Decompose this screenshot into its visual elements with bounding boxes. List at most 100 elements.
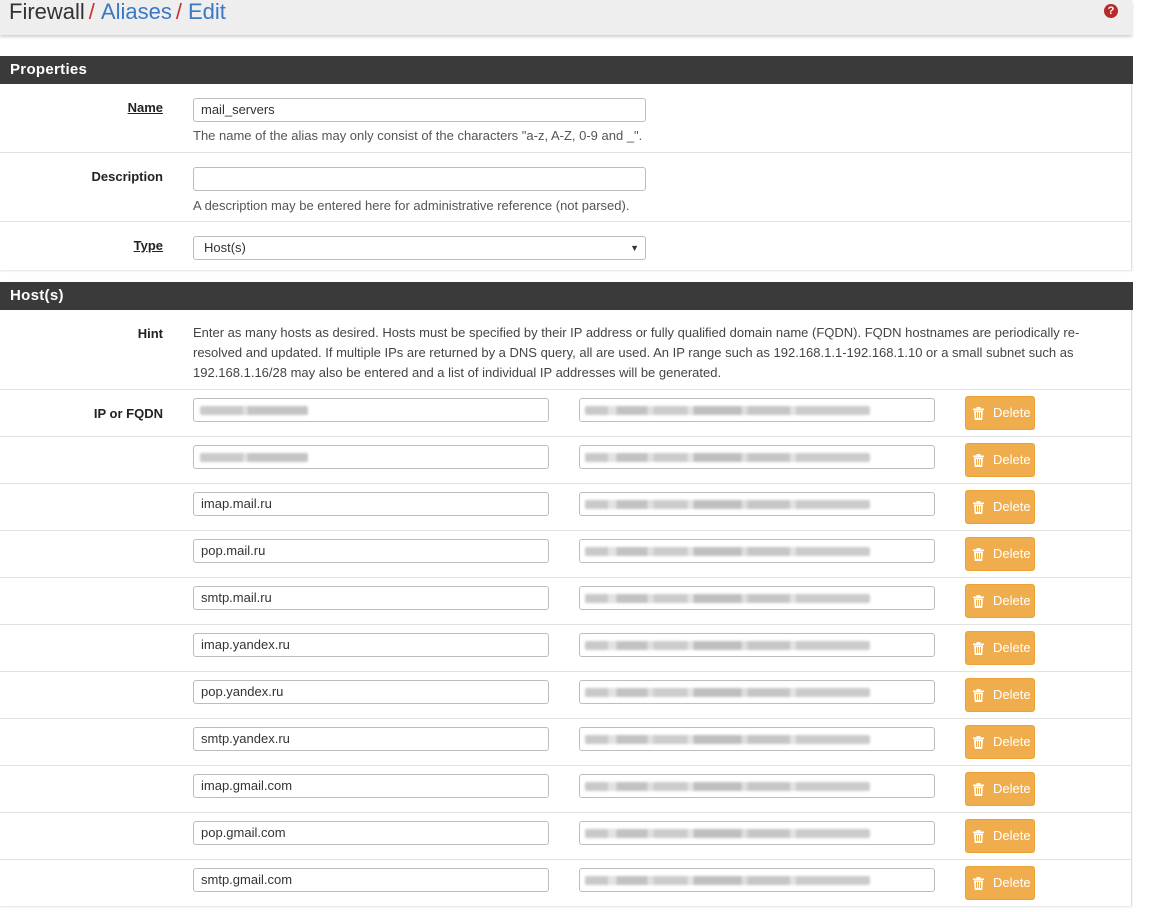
host-address-input[interactable]: smtp.gmail.com [193, 868, 549, 892]
properties-header: Properties [0, 56, 1133, 84]
description-label: Description [91, 169, 163, 184]
host-address-input[interactable]: smtp.mail.ru [193, 586, 549, 610]
hosts-panel: Hint Enter as many hosts as desired. Hos… [0, 310, 1132, 906]
delete-button-label: Delete [993, 546, 1031, 561]
host-description-input[interactable] [579, 868, 935, 892]
name-label: Name [127, 100, 163, 115]
host-address-value: pop.yandex.ru [201, 684, 284, 699]
host-row: pop.gmail.com Delete [0, 812, 1132, 859]
delete-button[interactable]: Delete [965, 725, 1035, 759]
obscured-value [585, 688, 870, 697]
host-row: smtp.mail.ru Delete [0, 577, 1132, 624]
delete-button-label: Delete [993, 499, 1031, 514]
host-address-input[interactable]: imap.mail.ru [193, 492, 549, 516]
delete-button-label: Delete [993, 687, 1031, 702]
host-description-input[interactable] [579, 821, 935, 845]
delete-button[interactable]: Delete [965, 396, 1035, 430]
host-address-value: pop.mail.ru [201, 543, 266, 558]
trash-icon [973, 642, 984, 655]
delete-button[interactable]: Delete [965, 866, 1035, 900]
breadcrumb-separator: / [175, 0, 182, 24]
host-row: imap.mail.ru Delete [0, 483, 1132, 530]
host-description-input[interactable] [579, 492, 935, 516]
host-row: pop.mail.ru Delete [0, 530, 1132, 577]
name-help-text: The name of the alias may only consist o… [193, 128, 643, 143]
host-address-input[interactable]: pop.gmail.com [193, 821, 549, 845]
host-address-value: smtp.gmail.com [201, 872, 293, 887]
obscured-value [200, 453, 308, 462]
description-row: Description A description may be entered… [0, 152, 1132, 221]
trash-icon [973, 830, 984, 843]
delete-button[interactable]: Delete [965, 772, 1035, 806]
obscured-value [585, 453, 870, 462]
obscured-value [585, 547, 870, 556]
host-address-value: pop.gmail.com [201, 825, 286, 840]
host-address-input[interactable]: imap.gmail.com [193, 774, 549, 798]
trash-icon [973, 454, 984, 467]
delete-button[interactable]: Delete [965, 537, 1035, 571]
trash-icon [973, 689, 984, 702]
host-address-input[interactable]: pop.yandex.ru [193, 680, 549, 704]
host-description-input[interactable] [579, 586, 935, 610]
trash-icon [973, 736, 984, 749]
host-row: Delete [0, 436, 1132, 483]
delete-button[interactable]: Delete [965, 819, 1035, 853]
breadcrumb-aliases-link[interactable]: Aliases [101, 0, 172, 24]
type-row: Type Host(s) ▼ [0, 221, 1132, 270]
delete-button[interactable]: Delete [965, 490, 1035, 524]
delete-button[interactable]: Delete [965, 443, 1035, 477]
delete-button-label: Delete [993, 828, 1031, 843]
host-address-input[interactable] [193, 445, 549, 469]
host-row: imap.yandex.ru Delete [0, 624, 1132, 671]
host-description-input[interactable] [579, 633, 935, 657]
host-row: smtp.gmail.com Delete [0, 859, 1132, 906]
host-address-value: smtp.yandex.ru [201, 731, 290, 746]
description-input[interactable] [193, 167, 646, 191]
host-address-input[interactable] [193, 398, 549, 422]
type-select-value: Host(s) [204, 240, 246, 255]
hint-text: Enter as many hosts as desired. Hosts mu… [193, 325, 1080, 380]
properties-panel: Name mail_servers The name of the alias … [0, 84, 1132, 270]
delete-button-label: Delete [993, 452, 1031, 467]
host-description-input[interactable] [579, 727, 935, 751]
delete-button-label: Delete [993, 593, 1031, 608]
hint-row: Hint Enter as many hosts as desired. Hos… [0, 310, 1132, 389]
name-row: Name mail_servers The name of the alias … [0, 84, 1132, 152]
host-address-input[interactable]: imap.yandex.ru [193, 633, 549, 657]
host-address-input[interactable]: smtp.yandex.ru [193, 727, 549, 751]
type-label: Type [133, 238, 163, 253]
host-description-input[interactable] [579, 398, 935, 422]
trash-icon [973, 407, 984, 420]
breadcrumb-firewall: Firewall [9, 0, 85, 24]
host-row: IP or FQDN Delete [0, 389, 1132, 436]
caret-down-icon: ▼ [630, 243, 639, 253]
obscured-value [585, 876, 870, 885]
breadcrumb-edit-link[interactable]: Edit [188, 0, 226, 24]
delete-button[interactable]: Delete [965, 678, 1035, 712]
host-description-input[interactable] [579, 445, 935, 469]
breadcrumb-separator: / [88, 0, 95, 24]
hosts-header: Host(s) [0, 282, 1133, 310]
host-row: imap.gmail.com Delete [0, 765, 1132, 812]
host-address-value: imap.yandex.ru [201, 637, 290, 652]
host-address-input[interactable]: pop.mail.ru [193, 539, 549, 563]
host-description-input[interactable] [579, 539, 935, 563]
obscured-value [585, 500, 870, 509]
hint-label: Hint [137, 326, 163, 341]
name-input[interactable]: mail_servers [193, 98, 646, 122]
host-description-input[interactable] [579, 774, 935, 798]
breadcrumb: Firewall / Aliases / Edit [9, 0, 226, 26]
obscured-value [585, 594, 870, 603]
obscured-value [585, 406, 870, 415]
delete-button[interactable]: Delete [965, 631, 1035, 665]
delete-button-label: Delete [993, 875, 1031, 890]
trash-icon [973, 877, 984, 890]
delete-button-label: Delete [993, 405, 1031, 420]
delete-button-label: Delete [993, 640, 1031, 655]
question-circle-icon[interactable]: ? [1104, 4, 1118, 18]
delete-button[interactable]: Delete [965, 584, 1035, 618]
host-row: smtp.yandex.ru Delete [0, 718, 1132, 765]
host-address-value: imap.gmail.com [201, 778, 293, 793]
host-description-input[interactable] [579, 680, 935, 704]
type-select[interactable]: Host(s) ▼ [193, 236, 646, 260]
